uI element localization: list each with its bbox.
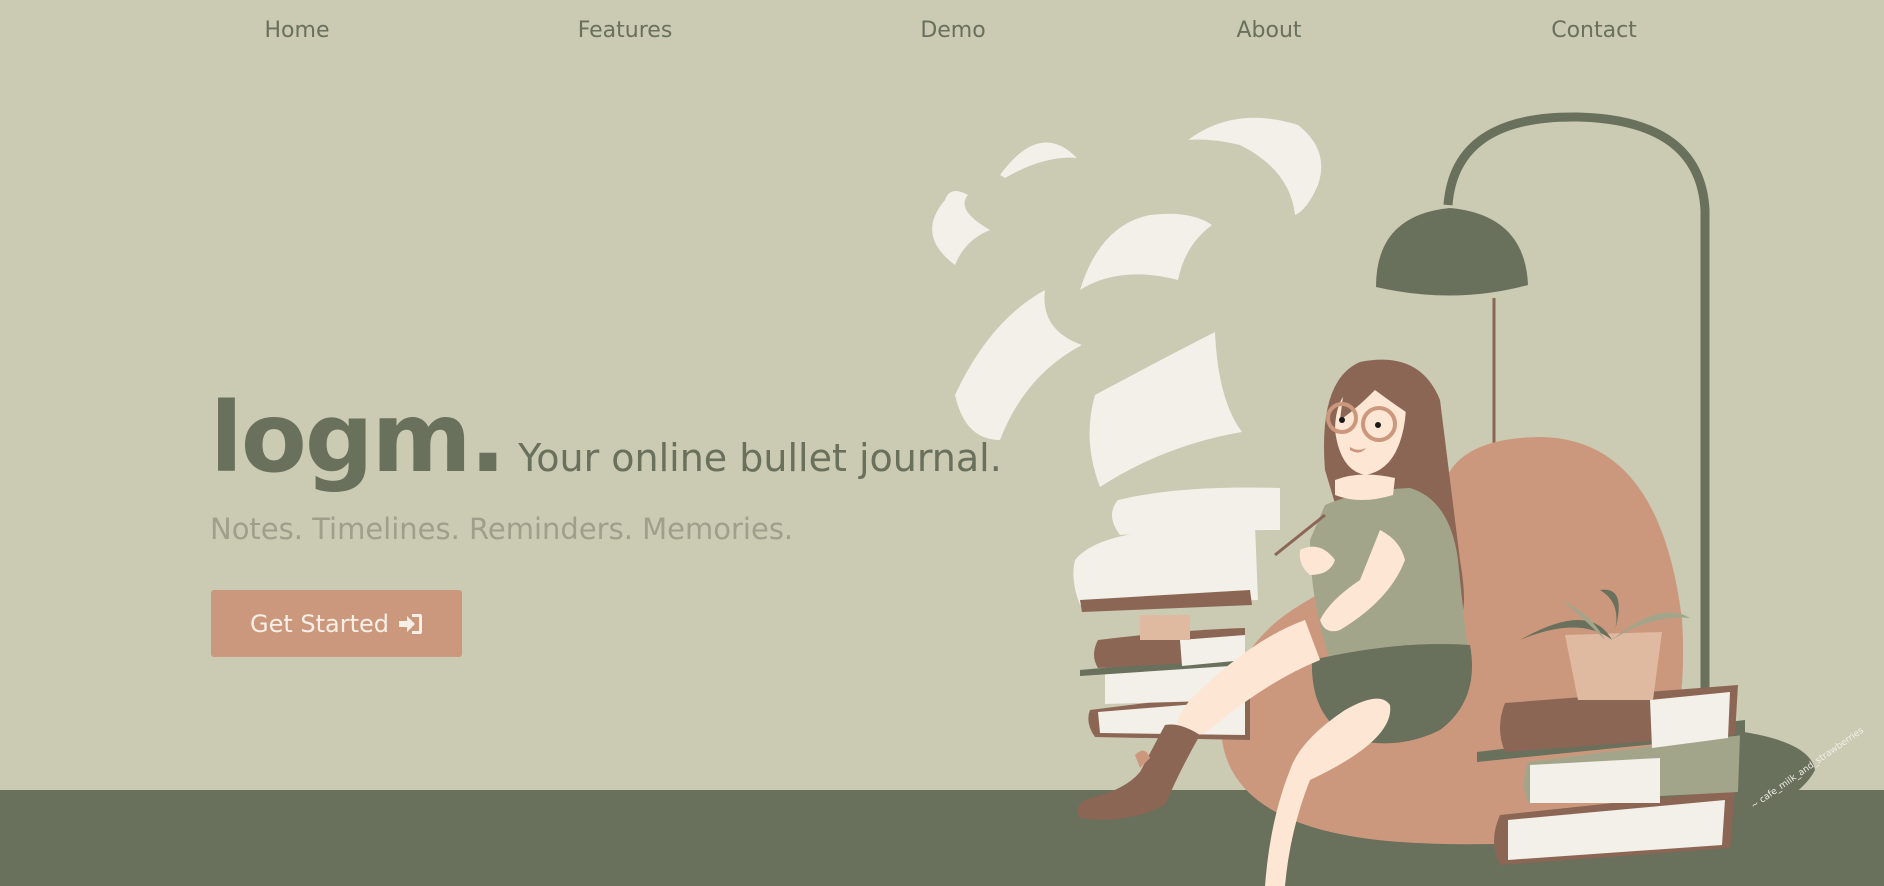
logo-wordmark: logm. [210, 382, 506, 494]
hero-subline: Notes. Timelines. Reminders. Memories. [210, 512, 794, 546]
hero-tagline: Your online bullet journal. [518, 436, 1002, 480]
hero-title: logm. Your online bullet journal. [210, 382, 1002, 494]
book-stack-left [1080, 615, 1250, 740]
sign-in-icon [397, 612, 423, 636]
top-nav: Home Features Demo About Contact [0, 0, 1884, 64]
plant-pot [1565, 632, 1662, 700]
floor-band [0, 790, 1884, 886]
floor-lamp [1376, 112, 1710, 690]
get-started-button[interactable]: Get Started [211, 590, 462, 657]
get-started-label: Get Started [249, 609, 390, 638]
nav-demo-link[interactable]: Demo [920, 18, 985, 43]
bean-bag [1222, 437, 1684, 845]
landing-page: Home Features Demo About Contact logm. Yo… [0, 0, 1884, 886]
nav-home-link[interactable]: Home [265, 18, 330, 43]
nav-about-link[interactable]: About [1236, 18, 1301, 43]
nav-features-link[interactable]: Features [578, 18, 673, 43]
paper-pile [1073, 487, 1280, 612]
nav-contact-link[interactable]: Contact [1551, 18, 1637, 43]
